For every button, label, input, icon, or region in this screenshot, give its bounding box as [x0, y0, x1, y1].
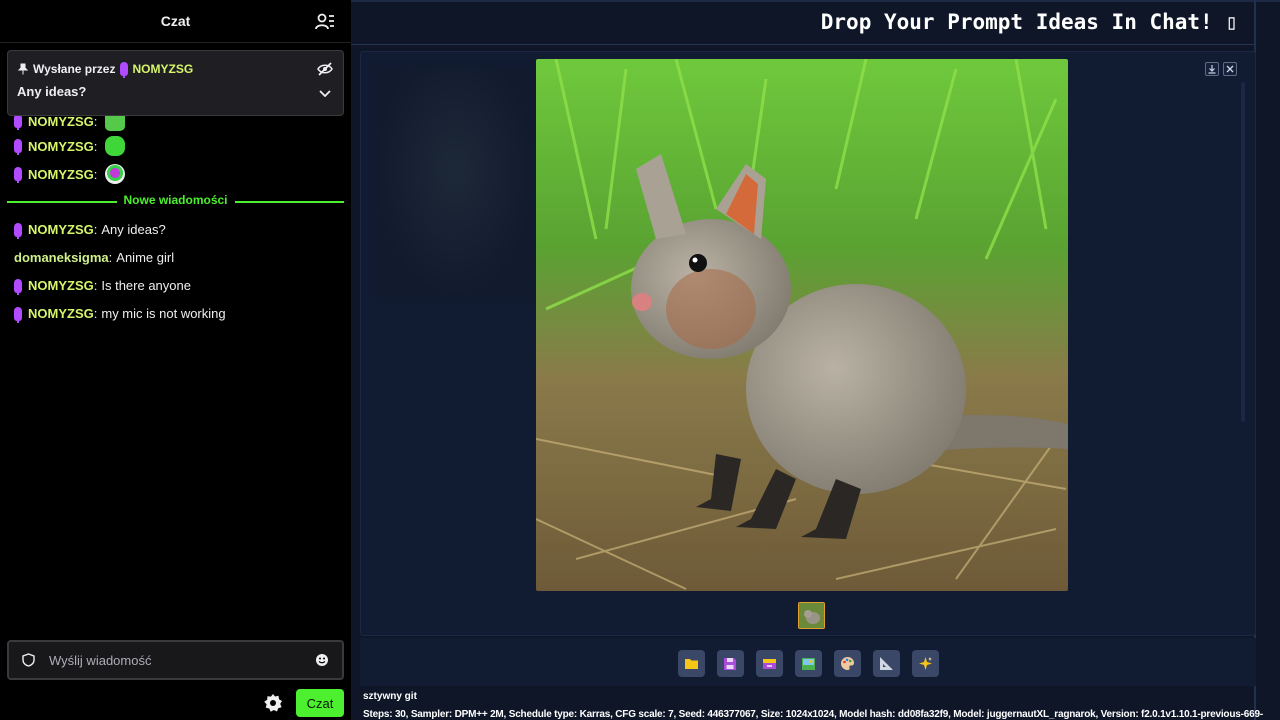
- top-border: [351, 0, 1280, 2]
- image-icon: [801, 657, 815, 670]
- mic-icon: [14, 306, 22, 323]
- thumbnail-image: [799, 603, 824, 628]
- mic-icon: [14, 278, 22, 295]
- chat-message-input[interactable]: [49, 652, 315, 668]
- chat-username[interactable]: NOMYZSG: [28, 139, 94, 154]
- chat-username[interactable]: NOMYZSG: [28, 306, 94, 321]
- chat-message-text: my mic is not working: [101, 306, 226, 321]
- new-messages-divider: Nowe wiadomości: [7, 193, 344, 207]
- chat-username[interactable]: NOMYZSG: [28, 222, 94, 237]
- chat-send-button[interactable]: Czat: [296, 689, 344, 717]
- pinned-message-text: Any ideas?: [17, 84, 87, 99]
- hide-icon[interactable]: [317, 61, 333, 77]
- ruler-icon: [879, 657, 893, 670]
- emote-icon[interactable]: [105, 136, 126, 156]
- chat-username[interactable]: NOMYZSG: [28, 278, 94, 293]
- chat-line: NOMYZSG:: [14, 164, 126, 184]
- save-icon: [724, 657, 736, 670]
- close-icon: [1226, 65, 1234, 73]
- mic-icon: [14, 167, 22, 183]
- chat-message-text: Anime girl: [116, 250, 175, 265]
- close-button[interactable]: [1223, 62, 1237, 76]
- emote-icon[interactable]: [105, 164, 126, 184]
- folder-icon: [684, 659, 698, 669]
- send-to-img2img-icon: [762, 658, 776, 669]
- mic-icon: [14, 139, 22, 155]
- shield-icon: [22, 653, 35, 667]
- users-icon[interactable]: [315, 12, 335, 32]
- chat-line: NOMYZSG: Any ideas?: [14, 222, 166, 239]
- chat-header: Czat: [0, 0, 351, 43]
- prompt-banner: Drop Your Prompt Ideas In Chat! ▯: [820, 10, 1238, 34]
- mic-icon: [14, 114, 22, 130]
- chat-separator: :: [108, 250, 113, 265]
- chat-panel: Czat Wysłane przez NOMYZSG Any ideas? NO…: [0, 0, 351, 720]
- sparkle-icon: [918, 657, 932, 670]
- chat-line: NOMYZSG: Is there anyone: [14, 278, 191, 295]
- chat-title: Czat: [160, 13, 191, 29]
- pin-icon: [17, 63, 29, 75]
- chat-separator: :: [93, 138, 98, 154]
- download-button[interactable]: [1205, 62, 1219, 76]
- sparkle-button[interactable]: [911, 650, 939, 677]
- gallery-thumbnail[interactable]: [798, 602, 825, 629]
- main-stage: Drop Your Prompt Ideas In Chat! ▯ sztywn…: [351, 0, 1280, 720]
- download-icon: [1208, 65, 1216, 74]
- chat-input-box[interactable]: [7, 640, 344, 680]
- pinned-message[interactable]: Wysłane przez NOMYZSG Any ideas?: [7, 50, 344, 116]
- chat-line: domaneksigma: Anime girl: [14, 250, 174, 265]
- generation-title: sztywny git: [363, 691, 417, 702]
- emoji-icon[interactable]: [315, 653, 329, 667]
- new-messages-label: Nowe wiadomości: [116, 193, 235, 207]
- generated-image-illustration: [536, 59, 1068, 591]
- image-toolbar: [360, 638, 1256, 686]
- pinned-header: Wysłane przez NOMYZSG: [17, 62, 193, 78]
- chat-line: NOMYZSG:: [14, 136, 126, 156]
- gear-icon[interactable]: [263, 693, 283, 713]
- palette-icon: [840, 657, 854, 670]
- chat-separator: :: [93, 306, 98, 321]
- chat-message-text: Any ideas?: [101, 222, 166, 237]
- chevron-down-icon[interactable]: [318, 89, 332, 99]
- chat-username[interactable]: domaneksigma: [14, 250, 109, 265]
- chat-separator: :: [93, 222, 98, 237]
- save-button[interactable]: [716, 650, 744, 677]
- mic-icon: [14, 222, 22, 239]
- generation-parameters: Steps: 30, Sampler: DPM++ 2M, Schedule t…: [363, 709, 1263, 720]
- previous-image-ghost: [375, 67, 535, 297]
- generated-image[interactable]: [536, 59, 1068, 591]
- chat-separator: :: [93, 166, 98, 182]
- open-folder-button[interactable]: [677, 650, 705, 677]
- pinned-sent-by-label: Wysłane przez: [33, 62, 116, 76]
- gallery-scrollbar[interactable]: [1241, 82, 1245, 422]
- send-to-img2img-button[interactable]: [755, 650, 783, 677]
- mic-icon: [120, 62, 129, 78]
- image-gallery: [360, 51, 1256, 636]
- send-to-extras-button[interactable]: [833, 650, 861, 677]
- send-to-inpaint-button[interactable]: [794, 650, 822, 677]
- header-separator: [351, 44, 1256, 45]
- chat-username[interactable]: NOMYZSG: [28, 167, 94, 182]
- ruler-button[interactable]: [872, 650, 900, 677]
- chat-line: NOMYZSG: my mic is not working: [14, 306, 226, 323]
- chat-separator: :: [93, 278, 98, 293]
- chat-message-text: Is there anyone: [101, 278, 191, 293]
- pinned-username[interactable]: NOMYZSG: [132, 62, 193, 76]
